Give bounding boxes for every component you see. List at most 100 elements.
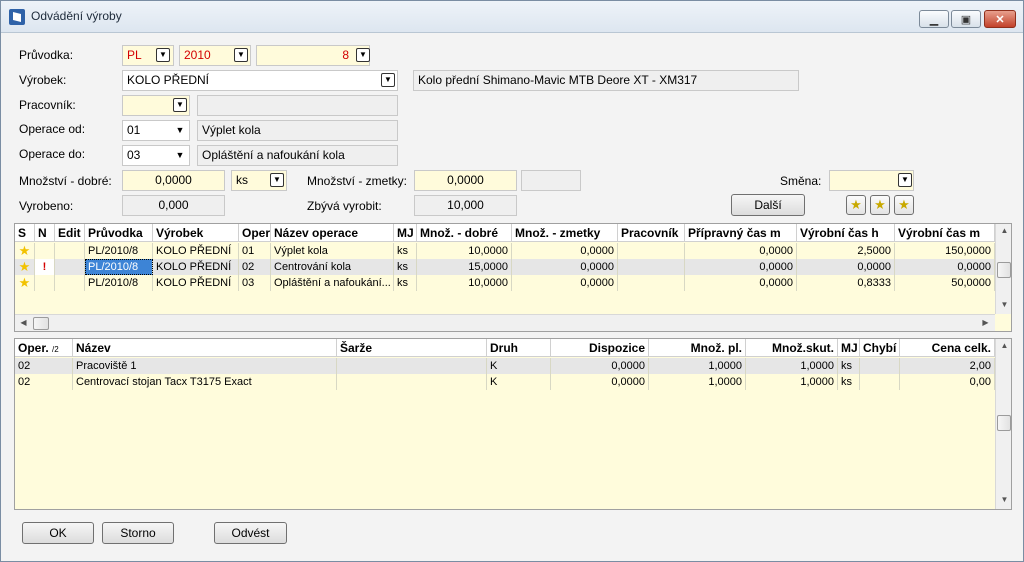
table-row[interactable]: ★ PL/2010/8 KOLO PŘEDNÍ 01 Výplet kola k… <box>15 243 1011 259</box>
col-oper-label: Oper. <box>18 341 49 355</box>
cell-pracovnik <box>618 243 685 259</box>
operace-do-label: Operace do: <box>19 147 86 161</box>
col-vyrobni-h[interactable]: Výrobní čas h <box>797 224 895 242</box>
vyrobek-field[interactable]: KOLO PŘEDNÍ <box>122 70 398 91</box>
col-pruvodka[interactable]: Průvodka <box>85 224 153 242</box>
col-dobre[interactable]: Množ. - dobré <box>417 224 512 242</box>
cell-cena: 0,00 <box>900 374 995 390</box>
cell-mnoz-pl: 1,0000 <box>649 358 746 374</box>
dropdown-arrow-icon[interactable]: ▼ <box>156 48 170 62</box>
vyrobek-description: Kolo přední Shimano-Mavic MTB Deore XT -… <box>413 70 799 91</box>
col-s[interactable]: S <box>15 224 35 242</box>
table-row[interactable]: 02 Pracoviště 1 K 0,0000 1,0000 1,0000 k… <box>15 358 1011 374</box>
scroll-up-icon[interactable]: ▲ <box>996 226 1011 235</box>
col-mnoz-pl[interactable]: Množ. pl. <box>649 339 746 357</box>
col-mj[interactable]: MJ <box>838 339 860 357</box>
cell-oper: 02 <box>239 259 271 275</box>
mnozstvi-dobre-label: Množství - dobré: <box>19 174 112 188</box>
cell-druh: K <box>487 358 551 374</box>
vertical-scrollbar[interactable]: ▲ ▼ <box>995 224 1011 314</box>
cell-oper: 02 <box>15 374 73 390</box>
col-zmetky[interactable]: Množ. - zmetky <box>512 224 618 242</box>
col-mnoz-skut[interactable]: Množ.skut. <box>746 339 838 357</box>
odvest-button[interactable]: Odvést <box>214 522 287 544</box>
cell-mj: ks <box>838 358 860 374</box>
col-nazev[interactable]: Název <box>73 339 337 357</box>
window: Odvádění výroby ▁ ▣ ✕ Průvodka: PL ▼ 201… <box>0 0 1024 562</box>
storno-button[interactable]: Storno <box>102 522 174 544</box>
pruvodka-number-field[interactable]: 8 <box>256 45 370 66</box>
cell-mj: ks <box>394 259 417 275</box>
cell-nazev: Opláštění a nafoukání... <box>271 275 394 291</box>
vertical-scrollbar[interactable]: ▲ ▼ <box>995 339 1011 509</box>
maximize-button[interactable]: ▣ <box>951 10 981 28</box>
dropdown-arrow-icon[interactable]: ▼ <box>173 98 187 112</box>
dropdown-arrow-icon[interactable]: ▼ <box>898 173 912 187</box>
col-dispozice[interactable]: Dispozice <box>551 339 649 357</box>
cell-mj: ks <box>394 243 417 259</box>
col-druh[interactable]: Druh <box>487 339 551 357</box>
cell-vyrobni-m: 50,0000 <box>895 275 995 291</box>
col-vyrobni-m[interactable]: Výrobní čas m <box>895 224 995 242</box>
col-n[interactable]: N <box>35 224 55 242</box>
cell-vyrobek: KOLO PŘEDNÍ <box>153 275 239 291</box>
table-row[interactable]: ★ PL/2010/8 KOLO PŘEDNÍ 03 Opláštění a n… <box>15 275 1011 291</box>
col-mj[interactable]: MJ <box>394 224 417 242</box>
table-row[interactable]: 02 Centrovací stojan Tacx T3175 Exact K … <box>15 374 1011 390</box>
scroll-up-icon[interactable]: ▲ <box>996 341 1011 350</box>
scroll-thumb[interactable] <box>33 317 49 330</box>
materials-grid[interactable]: Oper. /2 Název Šarže Druh Dispozice Množ… <box>14 338 1012 510</box>
cell-pruvodka: PL/2010/8 <box>85 275 153 291</box>
cell-dobre: 10,0000 <box>417 243 512 259</box>
col-pracovnik[interactable]: Pracovník <box>618 224 685 242</box>
col-pripravny[interactable]: Přípravný čas m <box>685 224 797 242</box>
cell-oper: 01 <box>239 243 271 259</box>
warning-flag-icon: ! <box>35 259 55 275</box>
dropdown-arrow-icon[interactable]: ▼ <box>381 73 395 87</box>
scroll-right-icon[interactable]: ▶ <box>977 318 994 327</box>
dalsi-button[interactable]: Další <box>731 194 805 216</box>
star-icon: ★ <box>15 243 35 259</box>
scroll-down-icon[interactable]: ▼ <box>996 300 1011 309</box>
vyrobeno-label: Vyrobeno: <box>19 199 74 213</box>
vyrobek-label: Výrobek: <box>19 73 67 87</box>
scroll-left-icon[interactable]: ◀ <box>15 318 32 327</box>
dropdown-arrow-icon[interactable]: ▼ <box>356 48 370 62</box>
cell-pripravny: 0,0000 <box>685 275 797 291</box>
dropdown-arrow-icon[interactable]: ▼ <box>174 149 186 161</box>
cell-edit <box>55 243 85 259</box>
col-sarze[interactable]: Šarže <box>337 339 487 357</box>
cell-dobre: 10,0000 <box>417 275 512 291</box>
col-edit[interactable]: Edit <box>55 224 85 242</box>
cell-dobre: 15,0000 <box>417 259 512 275</box>
cell-vyrobni-h: 2,5000 <box>797 243 895 259</box>
col-oper[interactable]: Oper. /2 <box>15 339 73 357</box>
close-button[interactable]: ✕ <box>984 10 1016 28</box>
operations-grid[interactable]: S N Edit Průvodka Výrobek Oper Název ope… <box>14 223 1012 332</box>
dropdown-arrow-icon[interactable]: ▼ <box>270 173 284 187</box>
table-row[interactable]: ★ ! PL/2010/8 KOLO PŘEDNÍ 02 Centrování … <box>15 259 1011 275</box>
col-cena[interactable]: Cena celk. <box>900 339 995 357</box>
grid-header: Oper. /2 Název Šarže Druh Dispozice Množ… <box>15 339 1011 357</box>
star-remove-icon[interactable]: ★ <box>894 195 914 215</box>
scroll-down-icon[interactable]: ▼ <box>996 495 1011 504</box>
cell-druh: K <box>487 374 551 390</box>
cell-pracovnik <box>618 259 685 275</box>
cell-pruvodka[interactable]: PL/2010/8 <box>85 259 153 275</box>
scroll-thumb[interactable] <box>997 262 1011 278</box>
col-nazev[interactable]: Název operace <box>271 224 394 242</box>
star-icon[interactable]: ★ <box>846 195 866 215</box>
cell-vyrobni-m: 150,0000 <box>895 243 995 259</box>
star-add-icon[interactable]: ★ <box>870 195 890 215</box>
ok-button[interactable]: OK <box>22 522 94 544</box>
dropdown-arrow-icon[interactable]: ▼ <box>174 124 186 136</box>
horizontal-scrollbar[interactable]: ◀ ▶ <box>15 314 995 331</box>
col-oper[interactable]: Oper <box>239 224 271 242</box>
col-vyrobek[interactable]: Výrobek <box>153 224 239 242</box>
col-chybi[interactable]: Chybí <box>860 339 900 357</box>
mnozstvi-dobre-field[interactable]: 0,0000 <box>122 170 225 191</box>
mnozstvi-zmetky-field[interactable]: 0,0000 <box>414 170 517 191</box>
scroll-thumb[interactable] <box>997 415 1011 431</box>
dropdown-arrow-icon[interactable]: ▼ <box>234 48 248 62</box>
minimize-button[interactable]: ▁ <box>919 10 949 28</box>
